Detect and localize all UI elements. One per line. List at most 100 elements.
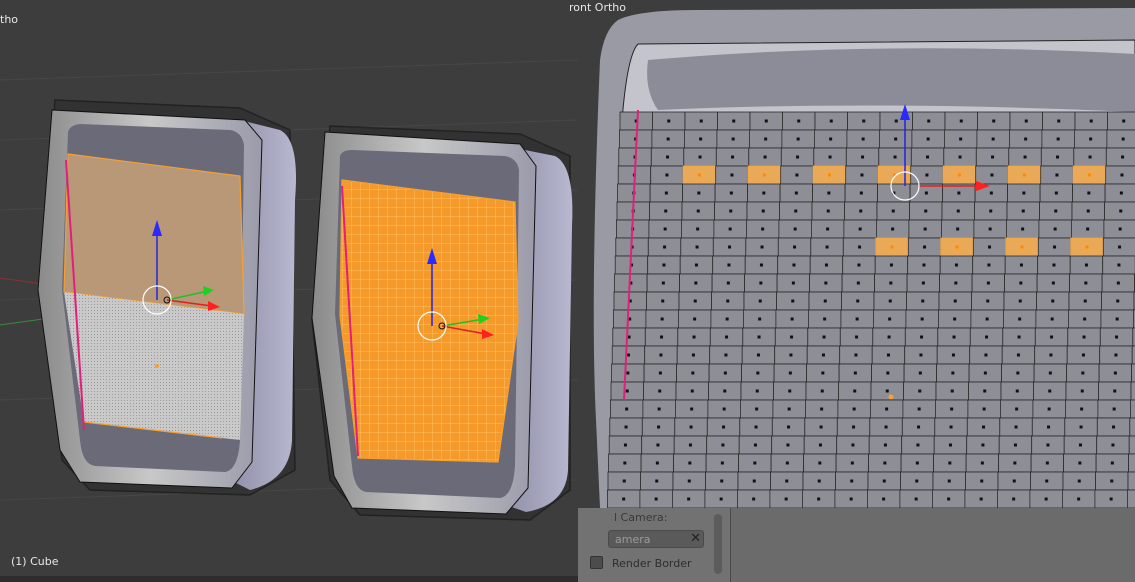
left-view-label: tho [0,13,19,26]
face-center-dot [690,389,694,393]
face-center-dot [827,191,831,195]
mesh-face[interactable] [1130,381,1135,401]
face-center-dot [981,443,985,447]
face-center-dot [1044,497,1048,501]
face-center-dot [1080,389,1084,393]
face-center-dot [787,407,791,411]
face-center-dot [1048,389,1052,393]
face-center-dot [1087,191,1091,195]
selected-face-region[interactable] [339,179,519,463]
face-center-dot [952,335,956,339]
face-center-dot [855,317,859,321]
face-center-dot [720,479,724,483]
mesh-face[interactable] [1105,165,1135,185]
face-center-dot [694,281,698,285]
face-center-dot [793,245,797,249]
face-center-dot [663,245,667,249]
face-center-dot [818,443,822,447]
mesh-face[interactable] [1131,363,1135,383]
face-center-dot [956,209,960,213]
face-center-dot [699,119,703,123]
face-center-dot [787,425,791,429]
face-center-dot [1119,191,1123,195]
face-center-dot [988,227,992,231]
face-center-dot [882,479,886,483]
face-center-dot [785,479,789,483]
face-center-dot [623,443,627,447]
face-center-dot [723,371,727,375]
face-center-dot [826,209,830,213]
face-center-dot [791,299,795,303]
face-center-dot [1051,281,1055,285]
face-center-dot [661,281,665,285]
face-center-dot [665,173,669,177]
face-center-dot [697,191,701,195]
face-center-dot [926,137,930,141]
face-center-dot [922,263,926,267]
face-center-dot [730,173,734,177]
mesh-faces-grid[interactable] [606,111,1135,508]
face-center-dot [850,479,854,483]
panel-scrollbar[interactable] [714,514,722,574]
mesh-face[interactable] [1105,147,1135,167]
face-center-dot [862,119,866,123]
face-center-dot [855,335,859,339]
mesh-object-2[interactable] [311,125,573,521]
face-center-dot [1089,137,1093,141]
mesh-object-1[interactable] [37,99,296,496]
face-center-dot [666,155,670,159]
mesh-face[interactable] [1130,399,1135,419]
face-center-dot [726,281,730,285]
face-center-dot [925,173,929,177]
face-center-dot [986,299,990,303]
face-center-dot [663,227,667,231]
face-center-dot [1050,335,1054,339]
face-center-dot [889,263,893,267]
face-center-dot [1057,119,1061,123]
face-center-dot [853,371,857,375]
left-viewport[interactable] [0,0,578,576]
face-center-dot [982,425,986,429]
render-border-checkbox[interactable] [590,556,603,569]
face-center-dot [1081,371,1085,375]
render-border-label: Render Border [612,557,692,570]
face-center-dot [796,137,800,141]
face-center-dot [914,497,918,501]
face-center-dot [726,299,730,303]
face-center-dot [889,281,893,285]
face-center-dot [719,497,723,501]
header-toolbar[interactable] [0,576,578,582]
mesh-face[interactable] [1129,417,1135,437]
face-center-dot [983,389,987,393]
face-center-dot [857,263,861,267]
face-center-dot [1118,245,1122,249]
face-center-dot [924,191,928,195]
face-center-dot [728,245,732,249]
mesh-face[interactable] [1128,453,1135,473]
face-center-dot [622,497,626,501]
mesh-face[interactable] [1128,435,1135,455]
face-center-dot [829,119,833,123]
mesh-face[interactable] [1107,111,1135,131]
face-center-dot [723,389,727,393]
face-center-dot [691,371,695,375]
mesh-face[interactable] [1127,471,1135,491]
mesh-face[interactable] [1106,129,1135,149]
face-center-dot [957,191,961,195]
face-center-dot [1084,263,1088,267]
face-center-dot [856,299,860,303]
face-center-dot [1119,209,1123,213]
face-center-dot [699,137,703,141]
camera-field[interactable]: amera ✕ [608,530,704,548]
face-center-dot [753,461,757,465]
close-icon[interactable]: ✕ [690,531,701,547]
right-viewport[interactable] [578,0,1135,508]
face-center-dot [986,281,990,285]
panel-divider [730,508,731,582]
face-center-dot [728,227,732,231]
face-center-dot [852,425,856,429]
face-center-dot [918,389,922,393]
face-center-dot [1054,191,1058,195]
face-center-dot [953,317,957,321]
mesh-face[interactable] [1127,489,1135,508]
